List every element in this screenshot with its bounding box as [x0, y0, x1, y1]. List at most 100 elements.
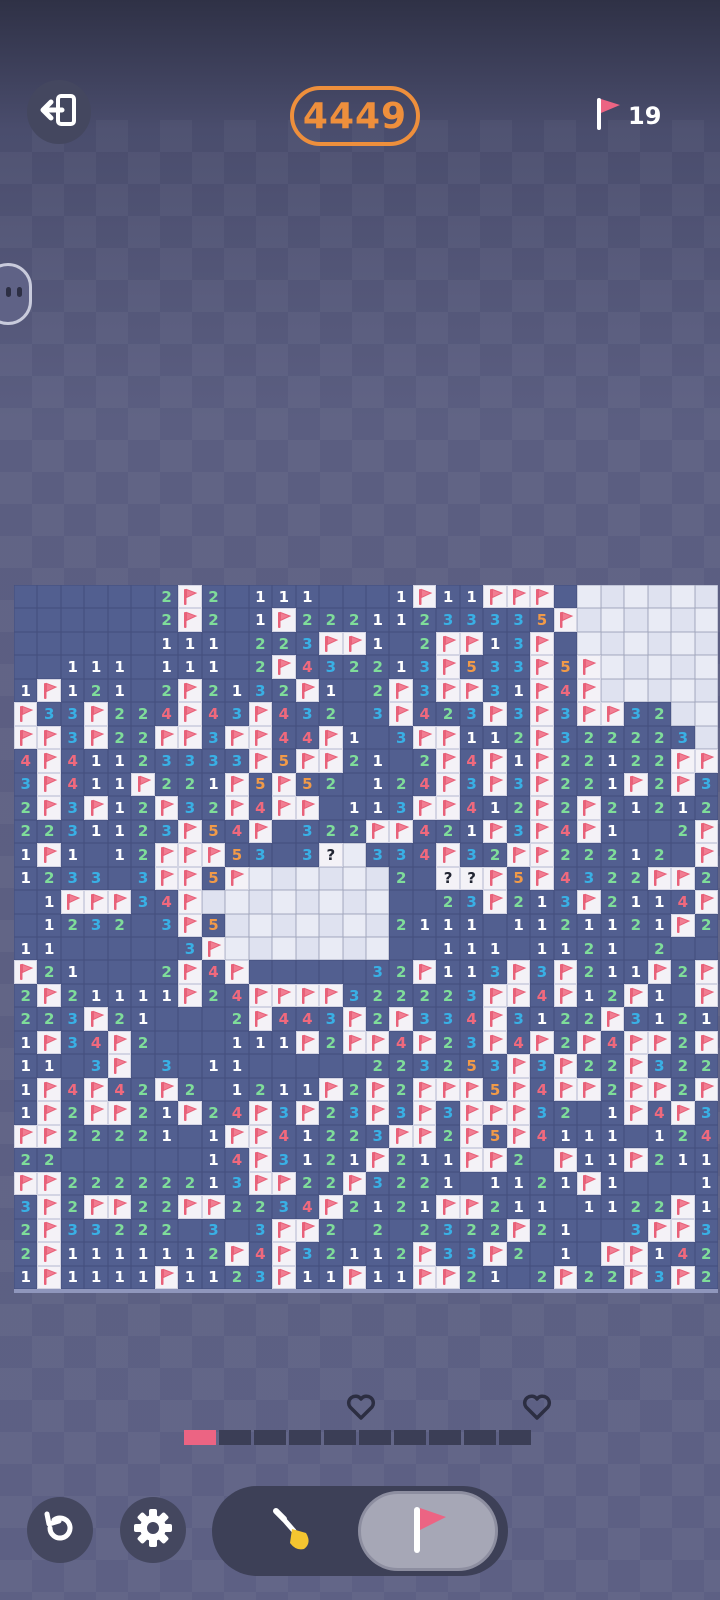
flag-icon[interactable]: [459, 1077, 484, 1102]
flag-icon[interactable]: [201, 843, 226, 867]
flag-icon[interactable]: [295, 1030, 320, 1055]
flag-icon[interactable]: [107, 1195, 132, 1219]
flag-icon[interactable]: [506, 585, 531, 609]
flag-icon[interactable]: [201, 1195, 226, 1219]
flag-icon[interactable]: [178, 1101, 202, 1125]
flag-icon[interactable]: [436, 1195, 460, 1219]
flag-icon[interactable]: [37, 1030, 61, 1055]
flag-icon[interactable]: [624, 1148, 648, 1172]
flag-icon[interactable]: [272, 796, 296, 820]
flag-icon[interactable]: [37, 1171, 61, 1196]
flag-icon[interactable]: [366, 1101, 390, 1125]
flag-icon[interactable]: [483, 702, 507, 726]
flag-icon[interactable]: [647, 960, 672, 984]
flag-icon[interactable]: [624, 1265, 648, 1289]
question-mark-cell[interactable]: ?: [436, 866, 460, 891]
flag-icon[interactable]: [37, 1218, 61, 1243]
flag-icon[interactable]: [412, 1242, 437, 1266]
flag-icon[interactable]: [577, 678, 601, 703]
flag-icon[interactable]: [506, 843, 531, 867]
flag-icon[interactable]: [295, 983, 320, 1008]
flag-icon[interactable]: [295, 749, 320, 773]
flag-icon[interactable]: [436, 725, 460, 750]
flag-icon[interactable]: [84, 725, 108, 750]
flag-icon[interactable]: [366, 819, 390, 844]
flag-icon[interactable]: [178, 585, 202, 609]
flag-icon[interactable]: [553, 1148, 578, 1172]
flag-icon[interactable]: [483, 1030, 507, 1055]
flag-icon[interactable]: [553, 1265, 578, 1289]
flag-icon[interactable]: [624, 1101, 648, 1125]
flag-icon[interactable]: [577, 655, 601, 679]
flag-icon[interactable]: [671, 772, 695, 797]
flag-icon[interactable]: [319, 1077, 343, 1102]
flag-icon[interactable]: [389, 819, 413, 844]
flag-icon[interactable]: [248, 819, 273, 844]
flag-icon[interactable]: [248, 1101, 273, 1125]
flag-icon[interactable]: [483, 749, 507, 773]
flag-icon[interactable]: [459, 1101, 484, 1125]
flag-icon[interactable]: [14, 725, 38, 750]
flag-icon[interactable]: [530, 796, 554, 820]
flag-icon[interactable]: [553, 1077, 578, 1102]
flag-icon[interactable]: [624, 983, 648, 1008]
flag-icon[interactable]: [624, 772, 648, 797]
flag-icon[interactable]: [107, 1030, 132, 1055]
flag-icon[interactable]: [436, 678, 460, 703]
flag-icon[interactable]: [178, 608, 202, 632]
flag-icon[interactable]: [553, 608, 578, 632]
flag-icon[interactable]: [272, 1242, 296, 1266]
flag-icon[interactable]: [483, 1148, 507, 1172]
flag-icon[interactable]: [295, 678, 320, 703]
settings-button[interactable]: [120, 1497, 186, 1563]
flag-icon[interactable]: [248, 725, 273, 750]
flag-icon[interactable]: [530, 1030, 554, 1055]
flag-icon[interactable]: [530, 631, 554, 656]
flag-icon[interactable]: [342, 1265, 366, 1289]
flag-icon[interactable]: [389, 1124, 413, 1149]
flag-icon[interactable]: [319, 631, 343, 656]
flag-icon[interactable]: [37, 983, 61, 1008]
flag-icon[interactable]: [530, 772, 554, 797]
flag-icon[interactable]: [295, 1101, 320, 1125]
flag-icon[interactable]: [577, 1171, 601, 1196]
flag-icon[interactable]: [37, 1242, 61, 1266]
flag-icon[interactable]: [412, 1124, 437, 1149]
question-mark-cell[interactable]: ?: [459, 866, 484, 891]
flag-icon[interactable]: [107, 1054, 132, 1078]
flag-icon[interactable]: [154, 725, 179, 750]
flag-icon[interactable]: [436, 1265, 460, 1289]
flag-icon[interactable]: [178, 866, 202, 891]
flag-icon[interactable]: [37, 725, 61, 750]
flag-icon[interactable]: [530, 678, 554, 703]
flag-icon[interactable]: [272, 1218, 296, 1243]
flag-icon[interactable]: [201, 937, 226, 961]
question-mark-cell[interactable]: ?: [319, 843, 343, 867]
flag-icon[interactable]: [178, 843, 202, 867]
flag-icon[interactable]: [366, 1148, 390, 1172]
flag-icon[interactable]: [459, 1148, 484, 1172]
flag-icon[interactable]: [577, 819, 601, 844]
flag-icon[interactable]: [248, 1148, 273, 1172]
flag-icon[interactable]: [60, 890, 85, 914]
flag-icon[interactable]: [225, 1124, 249, 1149]
flag-icon[interactable]: [225, 796, 249, 820]
flag-icon[interactable]: [248, 983, 273, 1008]
flag-icon[interactable]: [225, 725, 249, 750]
flag-icon[interactable]: [272, 1171, 296, 1196]
flag-icon[interactable]: [319, 1195, 343, 1219]
flag-mode-button[interactable]: [358, 1491, 498, 1571]
flag-icon[interactable]: [577, 1030, 601, 1055]
flag-icon[interactable]: [483, 890, 507, 914]
flag-icon[interactable]: [107, 890, 132, 914]
flag-icon[interactable]: [84, 702, 108, 726]
flag-icon[interactable]: [459, 631, 484, 656]
flag-icon[interactable]: [14, 960, 38, 984]
flag-icon[interactable]: [671, 1195, 695, 1219]
flag-icon[interactable]: [671, 749, 695, 773]
flag-icon[interactable]: [436, 655, 460, 679]
flag-icon[interactable]: [272, 983, 296, 1008]
flag-icon[interactable]: [248, 749, 273, 773]
flag-icon[interactable]: [225, 772, 249, 797]
exit-button[interactable]: [27, 80, 91, 144]
